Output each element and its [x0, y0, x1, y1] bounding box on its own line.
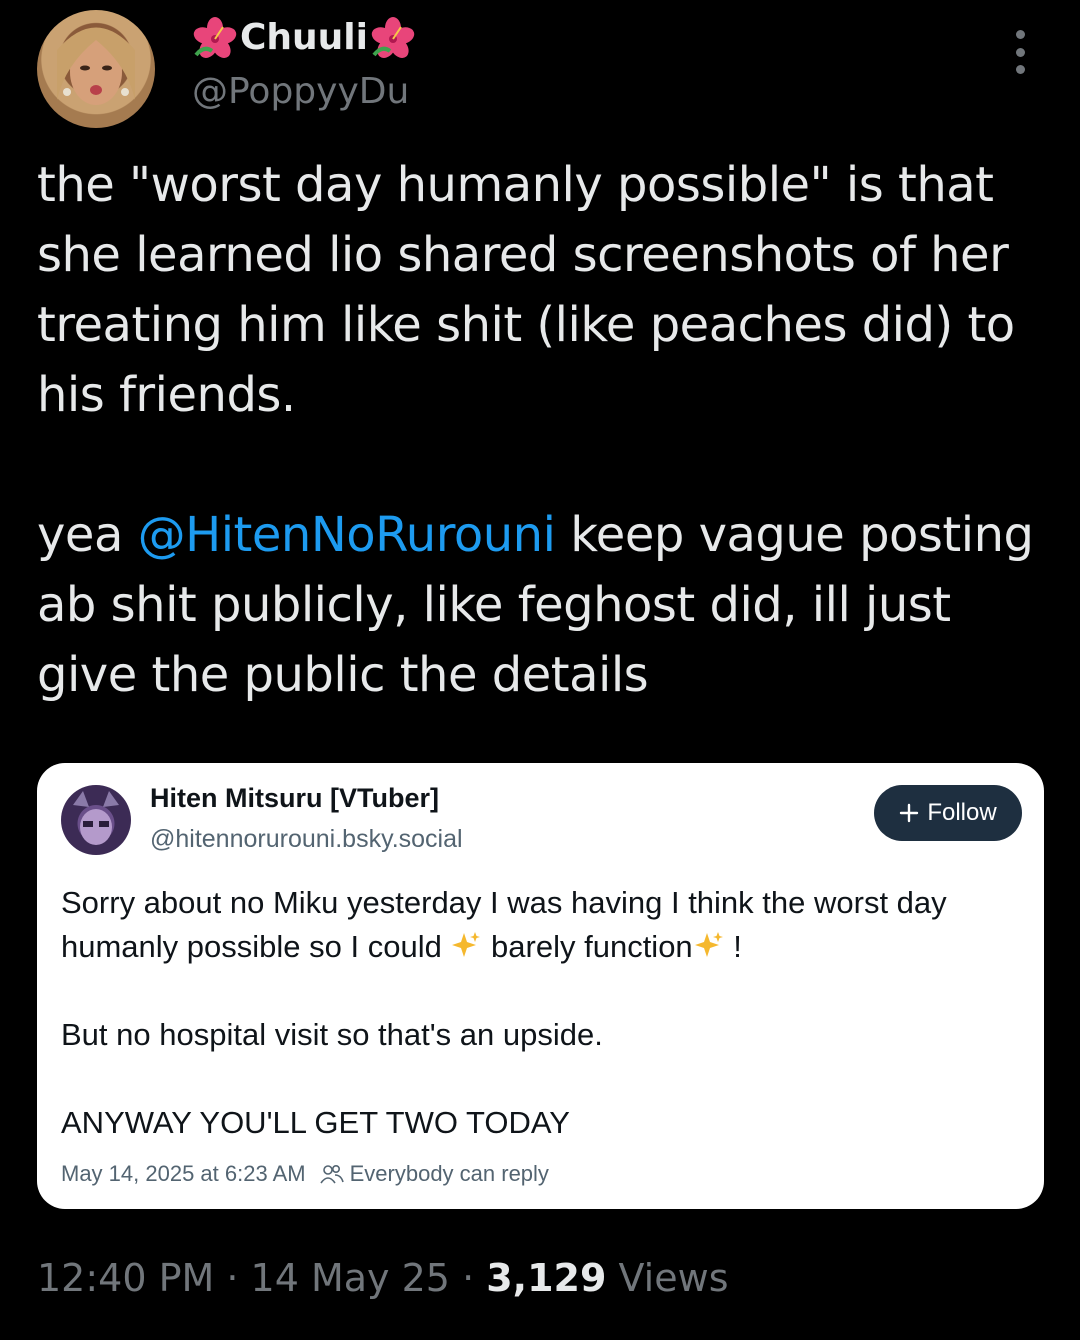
sparkles-icon: [694, 932, 723, 957]
sparkles-icon: [452, 932, 481, 957]
hibiscus-icon: [193, 17, 237, 58]
quoted-post-card[interactable]: Hiten Mitsuru [VTuber] @hitennorurouni.b…: [37, 763, 1044, 1209]
quoted-author-avatar: [61, 785, 131, 855]
tweet-meta: 12:40 PM · 14 May 25 · 3,129 Views: [37, 1250, 729, 1306]
quoted-paragraph-1: Sorry about no Miku yesterday I was havi…: [61, 881, 1021, 969]
quoted-author-name: Hiten Mitsuru [VTuber]: [150, 783, 439, 813]
plus-icon: [900, 803, 919, 823]
quoted-paragraph-2: But no hospital visit so that's an upsid…: [61, 1017, 603, 1052]
tweet-paragraph-2: yea @HitenNoRurouni keep vague posting a…: [37, 500, 1047, 710]
follow-label: Follow: [927, 799, 997, 826]
author-avatar[interactable]: [37, 10, 155, 128]
quoted-post-body: Sorry about no Miku yesterday I was havi…: [61, 881, 1021, 1145]
author-handle[interactable]: @PoppyyDu: [192, 68, 409, 116]
quoted-author-handle: @hitennorurouni.bsky.social: [150, 825, 463, 853]
tweet-paragraph-1: the "worst day humanly possible" is that…: [37, 157, 1015, 423]
author-name-row[interactable]: Chuuli: [192, 14, 416, 62]
hibiscus-icon: [371, 17, 415, 58]
people-icon: [319, 1164, 344, 1184]
follow-button[interactable]: Follow: [874, 785, 1022, 841]
meta-separator: ·: [449, 1256, 487, 1300]
meta-separator: ·: [214, 1256, 251, 1300]
tweet-text: the "worst day humanly possible" is that…: [37, 150, 1047, 710]
quoted-paragraph-3: ANYWAY YOU'LL GET TWO TODAY: [61, 1105, 570, 1140]
quoted-post-footer: May 14, 2025 at 6:23 AM Everybody can re…: [61, 1161, 549, 1187]
mention-link[interactable]: @HitenNoRurouni: [138, 507, 556, 563]
reply-setting: Everybody can reply: [319, 1161, 549, 1187]
reply-setting-label: Everybody can reply: [349, 1161, 549, 1186]
tweet-text-segment: yea: [37, 507, 138, 563]
tweet-time[interactable]: 12:40 PM: [37, 1256, 214, 1300]
views-label: Views: [606, 1256, 729, 1300]
quoted-timestamp: May 14, 2025 at 6:23 AM: [61, 1161, 306, 1186]
quoted-text-segment: barely function: [482, 929, 693, 964]
quoted-text-segment: !: [724, 929, 742, 964]
more-options-icon[interactable]: [1010, 30, 1030, 74]
tweet-date[interactable]: 14 May 25: [251, 1256, 450, 1300]
views-count[interactable]: 3,129: [486, 1256, 606, 1300]
author-display-name: Chuuli: [240, 17, 368, 58]
